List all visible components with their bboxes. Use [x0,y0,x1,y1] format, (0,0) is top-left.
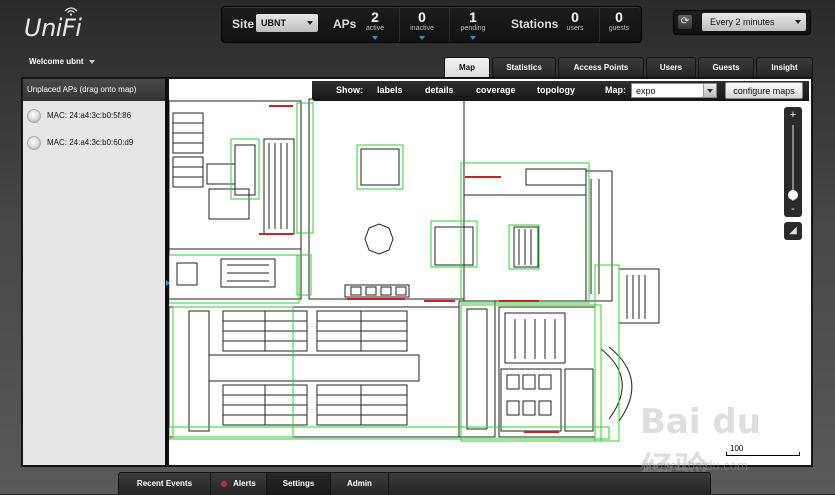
access-point-icon[interactable] [27,109,41,123]
tab-guests[interactable]: Guests [698,57,754,77]
aps-active-stat[interactable]: 2 active [355,7,395,42]
aps-active-count: 2 [371,9,379,25]
stations-guests-label: guests [608,25,630,32]
recent-events-tab[interactable]: Recent Events [119,473,211,495]
show-topology-toggle[interactable]: topology [537,85,575,95]
stations-label: Stations [511,17,559,31]
chevron-down-icon [470,36,476,40]
zoom-slider[interactable]: + - [784,107,802,217]
tab-access-points[interactable]: Access Points [558,57,644,77]
stations-guests-stat[interactable]: 0 guests [599,7,638,42]
map-options-bar: Show: labels details coverage topology M… [312,81,809,101]
tab-statistics[interactable]: Statistics [492,57,556,77]
unifi-logo: UniFi [24,6,104,42]
admin-tab[interactable]: Admin [331,473,389,495]
zoom-in-icon[interactable]: + [784,109,802,121]
chevron-down-icon [419,36,425,40]
aps-inactive-count: 0 [418,9,426,25]
site-select-value: UBNT [261,18,286,28]
chevron-down-icon [795,20,801,24]
logo-text: UniFi [24,14,82,42]
aps-active-label: active [365,25,385,32]
status-bar: Site UBNT APs 2 active 0 inactive 1 pend… [221,6,642,43]
configure-maps-button[interactable]: configure maps [725,82,803,99]
stations-guests-count: 0 [615,9,623,25]
unplaced-aps-panel: Unplaced APs (drag onto map) MAC: 24:a4:… [23,79,165,465]
zoom-out-icon[interactable]: - [784,203,802,215]
show-labels-toggle[interactable]: labels [377,85,403,95]
stations-users-count: 0 [571,9,579,25]
site-select[interactable]: UBNT [256,14,318,32]
aps-inactive-stat[interactable]: 0 inactive [399,7,444,42]
refresh-interval-value: Every 2 minutes [710,17,775,27]
refresh-control: ⟳ Every 2 minutes [673,10,811,35]
map-select-value: expo [636,86,656,96]
show-coverage-toggle[interactable]: coverage [476,85,516,95]
user-menu[interactable]: Welcome ubnt [29,57,95,66]
chevron-down-icon [307,21,313,25]
bottom-toolbar: Recent Events Alerts Settings Admin [118,472,711,495]
show-label: Show: [336,85,363,95]
refresh-interval-select[interactable]: Every 2 minutes [702,13,806,31]
watermark-logo: Bai du 经验 [640,402,761,490]
alerts-label: Alerts [233,479,256,488]
chevron-down-icon [372,36,378,40]
aps-label: APs [333,17,357,31]
chevron-down-icon [703,84,716,97]
site-label: Site [232,17,255,31]
aps-inactive-label: inactive [410,25,434,32]
map-label: Map: [605,85,626,95]
stations-users-label: users [566,25,584,32]
zoom-handle[interactable] [788,190,798,200]
show-details-toggle[interactable]: details [425,85,454,95]
alert-dot-icon [221,480,228,487]
map-select[interactable]: expo [631,83,717,98]
alerts-tab[interactable]: Alerts [211,473,267,495]
tab-insight[interactable]: Insight [756,57,813,77]
chevron-down-icon [88,59,95,64]
refresh-icon[interactable]: ⟳ [678,15,692,29]
stations-users-stat[interactable]: 0 users [559,7,591,42]
aps-pending-stat[interactable]: 1 pending [449,7,496,42]
access-point-icon[interactable] [27,136,41,150]
unplaced-aps-header: Unplaced APs (drag onto map) [23,79,165,101]
tab-map[interactable]: Map [444,57,490,77]
scale-bar [726,452,800,456]
aps-pending-count: 1 [469,9,477,25]
ap-mac-label: MAC: 24:a4:3c:b0:60:d9 [47,138,134,147]
welcome-text: Welcome ubnt [29,57,84,66]
aps-pending-label: pending [460,25,486,32]
ap-mac-label: MAC: 24:a4:3c:b0:5f:86 [47,111,132,120]
watermark-url: jingyan.baidu.com [643,458,748,473]
resize-icon[interactable]: ◢ [784,222,802,240]
settings-tab[interactable]: Settings [267,473,331,495]
tab-users[interactable]: Users [646,57,696,77]
